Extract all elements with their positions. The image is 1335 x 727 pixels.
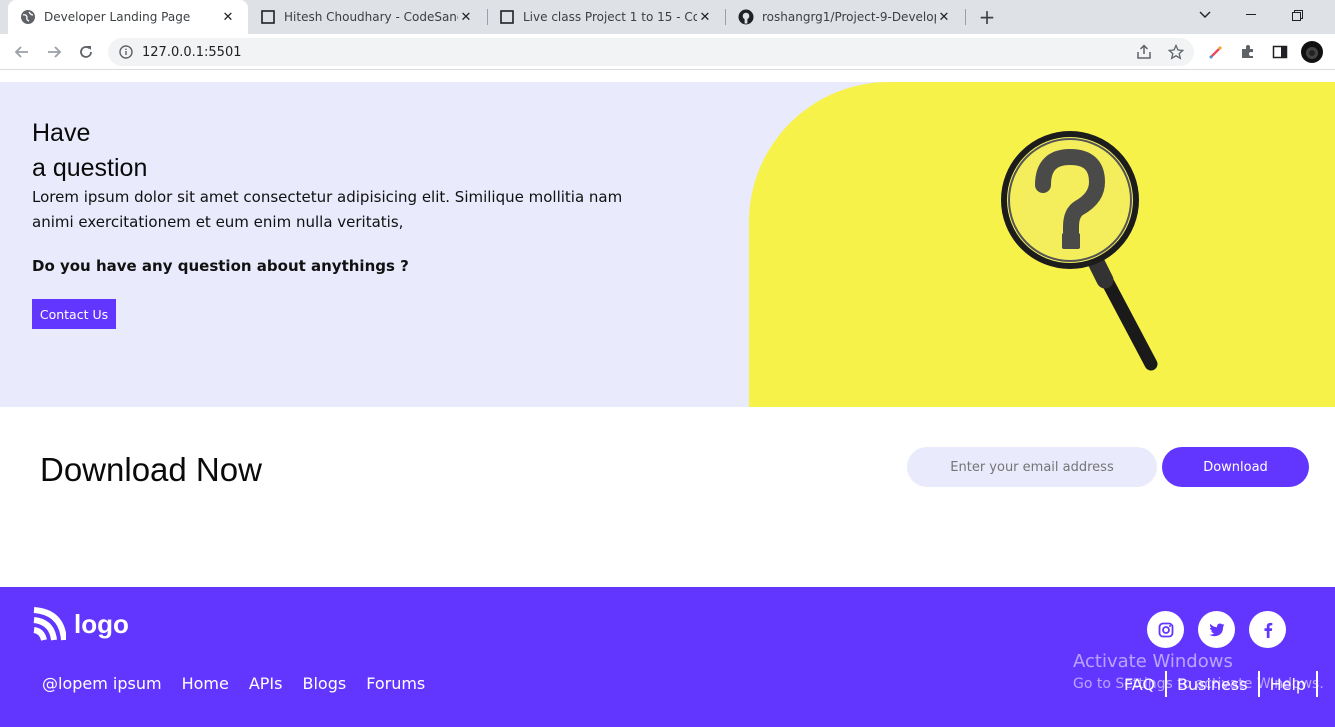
close-tab-icon[interactable]: ✕ <box>936 9 952 25</box>
facebook-icon[interactable] <box>1249 611 1286 648</box>
profile-avatar[interactable] <box>1301 41 1323 63</box>
codesandbox-icon <box>499 9 515 25</box>
footer-link-lopem-ipsum[interactable]: @lopem ipsum <box>42 674 162 693</box>
hero-question: Do you have any question about anythings… <box>32 257 409 275</box>
email-input[interactable] <box>907 447 1157 487</box>
close-tab-icon[interactable]: ✕ <box>220 9 236 25</box>
globe-icon <box>20 9 36 25</box>
footer-link-faq[interactable]: FAQ <box>1114 671 1167 697</box>
github-icon <box>738 9 754 25</box>
extensions-puzzle-icon[interactable] <box>1237 41 1259 63</box>
logo-text: logo <box>74 608 129 639</box>
download-title: Download Now <box>40 451 262 488</box>
footer-nav: @lopem ipsum Home APIs Blogs Forums <box>42 674 445 693</box>
download-button[interactable]: Download <box>1162 447 1309 487</box>
footer-link-business[interactable]: Business <box>1167 671 1260 697</box>
footer-link-home[interactable]: Home <box>182 674 229 693</box>
windows-watermark-title: Activate Windows <box>1073 651 1233 672</box>
hero-title: Have a question <box>32 116 147 186</box>
instagram-icon[interactable] <box>1147 611 1184 648</box>
hero-image <box>749 82 1335 407</box>
codesandbox-icon <box>260 9 276 25</box>
logo-mark-icon <box>33 607 66 641</box>
reload-button[interactable] <box>74 40 98 64</box>
tab-title: Live class Project 1 to 15 - CodeSandbox <box>523 10 697 24</box>
tab-title: Hitesh Choudhary - CodeSandbox <box>284 10 458 24</box>
bookmark-star-icon[interactable] <box>1165 41 1187 63</box>
footer-link-apis[interactable]: APIs <box>249 674 283 693</box>
hero-title-line-1: Have <box>32 119 91 147</box>
color-picker-extension-icon[interactable] <box>1205 41 1227 63</box>
footer-logo[interactable]: logo <box>32 606 129 642</box>
download-section: Download Now Download <box>0 407 1335 587</box>
tab-separator <box>965 9 966 25</box>
tab-title: Developer Landing Page <box>44 10 191 24</box>
forward-button[interactable] <box>42 40 66 64</box>
close-tab-icon[interactable]: ✕ <box>458 9 474 25</box>
footer: logo @lopem ipsum Home APIs Blogs Forums… <box>0 587 1335 727</box>
footer-link-help[interactable]: Help <box>1260 671 1319 697</box>
tab-search-chevron-icon[interactable] <box>1182 0 1228 30</box>
hero-section: Have a question Lorem ipsum dolor sit am… <box>0 82 1335 407</box>
twitter-icon[interactable] <box>1198 611 1235 648</box>
footer-right-links: FAQ Business Help <box>1114 671 1319 697</box>
tab-live-class[interactable]: Live class Project 1 to 15 - CodeSandbox… <box>487 0 725 34</box>
tab-codesandbox[interactable]: Hitesh Choudhary - CodeSandbox ✕ <box>248 0 486 34</box>
back-button[interactable] <box>10 40 34 64</box>
close-tab-icon[interactable]: ✕ <box>697 9 713 25</box>
tab-title: roshangrg1/Project-9-Developer <box>762 10 936 24</box>
footer-link-forums[interactable]: Forums <box>366 674 425 693</box>
share-icon[interactable] <box>1133 41 1155 63</box>
site-info-icon[interactable] <box>118 44 134 60</box>
url-text: 127.0.0.1:5501 <box>142 44 242 60</box>
new-tab-button[interactable]: + <box>976 5 998 29</box>
hero-description: Lorem ipsum dolor sit amet consectetur a… <box>32 188 623 231</box>
restore-button[interactable] <box>1274 0 1320 30</box>
browser-toolbar: 127.0.0.1:5501 <box>0 34 1335 70</box>
footer-link-blogs[interactable]: Blogs <box>302 674 346 693</box>
minimize-button[interactable] <box>1228 0 1274 30</box>
hero-title-line-2: a question <box>32 154 148 182</box>
browser-tab-bar: Developer Landing Page ✕ Hitesh Choudhar… <box>0 0 1335 34</box>
side-panel-icon[interactable] <box>1269 41 1291 63</box>
contact-us-button[interactable]: Contact Us <box>32 299 116 329</box>
tab-github[interactable]: roshangrg1/Project-9-Developer ✕ <box>726 0 964 34</box>
magnifying-glass-question-icon <box>1001 131 1158 371</box>
address-bar[interactable]: 127.0.0.1:5501 <box>108 38 1194 66</box>
tab-developer-landing-page[interactable]: Developer Landing Page ✕ <box>8 0 248 34</box>
